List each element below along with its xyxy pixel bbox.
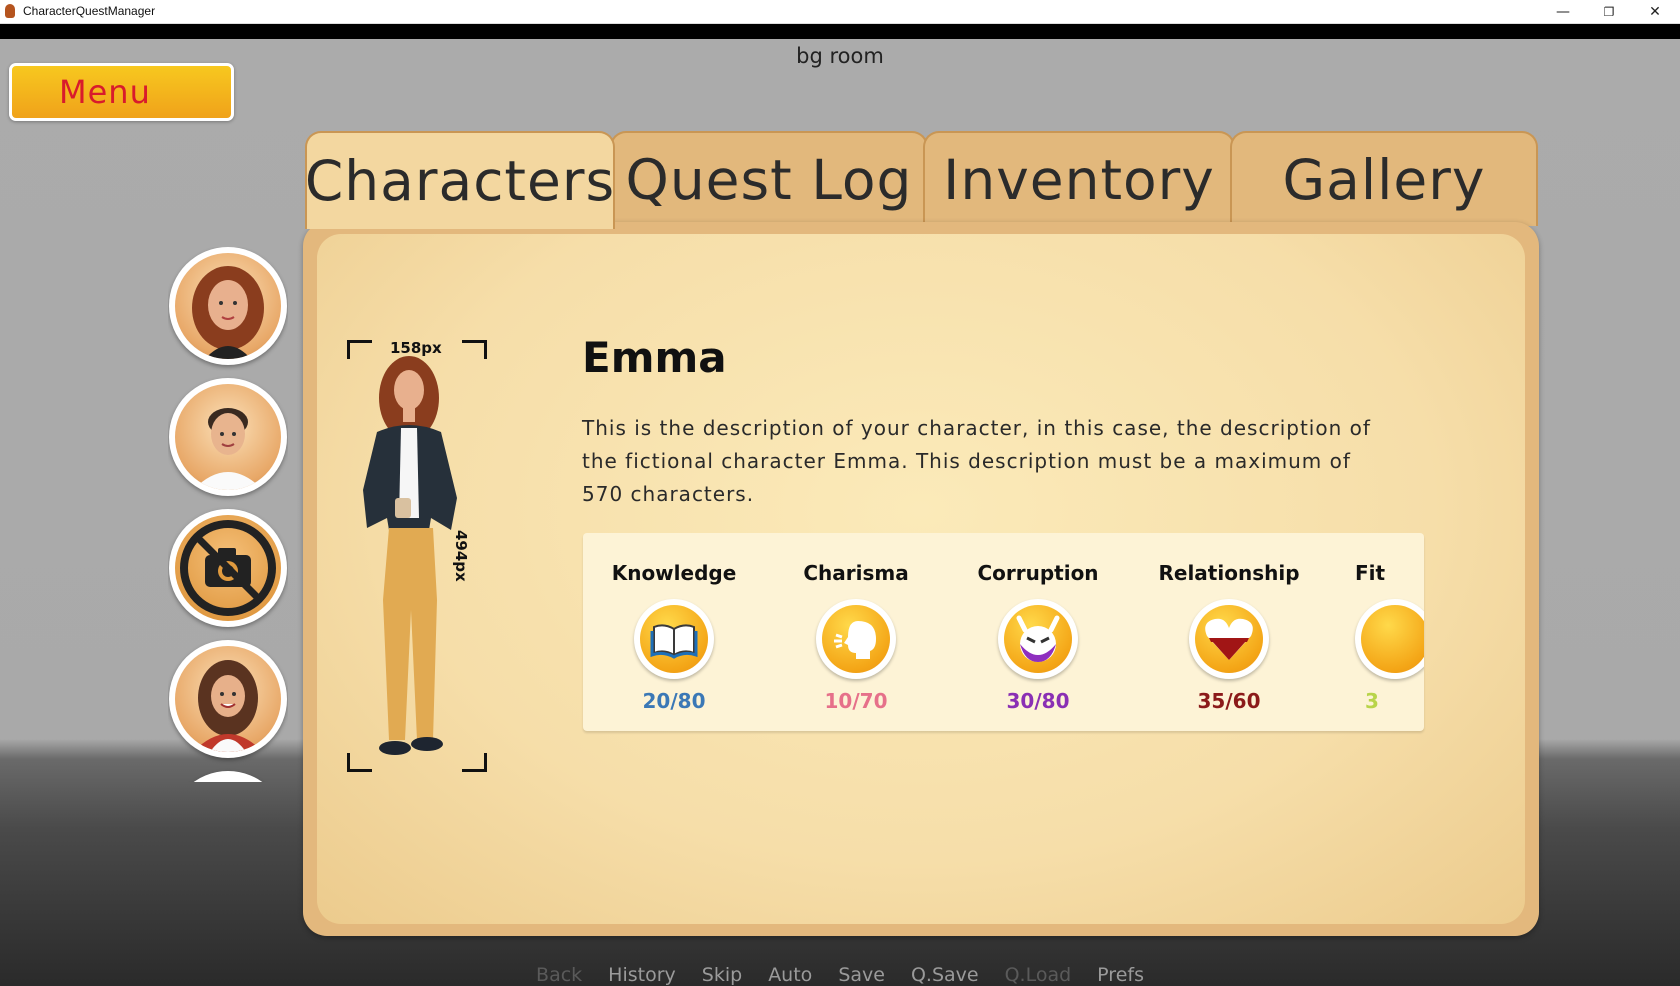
quick-prefs-button[interactable]: Prefs <box>1084 964 1157 986</box>
tab-bar: Characters Quest Log Inventory Gallery <box>305 131 1538 229</box>
letterbox-bar <box>0 24 1680 39</box>
character-avatar-list[interactable] <box>168 247 288 782</box>
background-label: bg room <box>796 44 884 68</box>
stat-value: 3 <box>1365 689 1379 713</box>
no-camera-icon <box>180 520 276 616</box>
stat-label: Corruption <box>977 561 1099 585</box>
emma-portrait-icon <box>192 266 264 359</box>
stat-label: Relationship <box>1158 561 1300 585</box>
avatar-next[interactable] <box>169 771 287 782</box>
portrait-width-label: 158px <box>390 339 442 357</box>
stat-value: 20/80 <box>642 689 706 713</box>
avatar-smiling-woman[interactable] <box>169 640 287 758</box>
avatar-locked[interactable] <box>169 509 287 627</box>
window-title: CharacterQuestManager <box>23 4 156 18</box>
devil-face-icon <box>998 599 1078 679</box>
tab-gallery[interactable]: Gallery <box>1230 131 1538 226</box>
stat-knowledge: Knowledge 20/80 <box>584 533 764 731</box>
stat-label: Fit <box>1355 561 1386 585</box>
restore-button[interactable]: ❐ <box>1586 0 1632 23</box>
quick-save-button[interactable]: Save <box>825 964 898 986</box>
frame-corner <box>462 340 487 359</box>
quick-history-button[interactable]: History <box>595 964 689 986</box>
stat-relationship: Relationship 35/60 <box>1134 533 1324 731</box>
quick-qsave-button[interactable]: Q.Save <box>898 964 992 986</box>
frame-corner <box>347 340 372 359</box>
stat-fitness: Fit 3 <box>1355 533 1424 731</box>
fitness-icon <box>1355 599 1424 679</box>
stat-value: 30/80 <box>1006 689 1070 713</box>
stats-panel[interactable]: Knowledge 20/80 Charisma 10/70 Corruptio… <box>583 533 1424 731</box>
stat-value: 10/70 <box>824 689 888 713</box>
stat-value: 35/60 <box>1197 689 1261 713</box>
heart-icon <box>1189 599 1269 679</box>
stat-charisma: Charisma 10/70 <box>766 533 946 731</box>
quick-skip-button[interactable]: Skip <box>689 964 755 986</box>
smiling-woman-portrait-icon <box>193 660 263 752</box>
speaking-head-icon <box>816 599 896 679</box>
portrait-height-label: 494px <box>452 530 470 582</box>
quick-menu: Back History Skip Auto Save Q.Save Q.Loa… <box>0 964 1680 986</box>
character-name: Emma <box>582 333 727 382</box>
minimize-button[interactable]: — <box>1540 0 1586 23</box>
stat-corruption: Corruption 30/80 <box>948 533 1128 731</box>
frame-corner <box>347 753 372 772</box>
app-icon <box>5 4 15 18</box>
tab-quest-log[interactable]: Quest Log <box>610 131 928 226</box>
quick-auto-button[interactable]: Auto <box>755 964 825 986</box>
quick-back-button[interactable]: Back <box>523 964 595 986</box>
menu-button[interactable]: Menu <box>9 63 234 121</box>
stat-label: Knowledge <box>611 561 737 585</box>
close-button[interactable]: ✕ <box>1632 0 1678 23</box>
window-titlebar: CharacterQuestManager — ❐ ✕ <box>0 0 1680 24</box>
avatar-young-man[interactable] <box>169 378 287 496</box>
frame-corner <box>462 753 487 772</box>
avatar-emma[interactable] <box>169 247 287 365</box>
book-icon <box>634 599 714 679</box>
character-description: This is the description of your characte… <box>582 416 1371 506</box>
stat-label: Charisma <box>803 561 909 585</box>
young-man-portrait-icon <box>193 408 263 490</box>
tab-characters[interactable]: Characters <box>305 131 615 229</box>
quick-qload-button[interactable]: Q.Load <box>992 964 1085 986</box>
tab-inventory[interactable]: Inventory <box>923 131 1235 226</box>
